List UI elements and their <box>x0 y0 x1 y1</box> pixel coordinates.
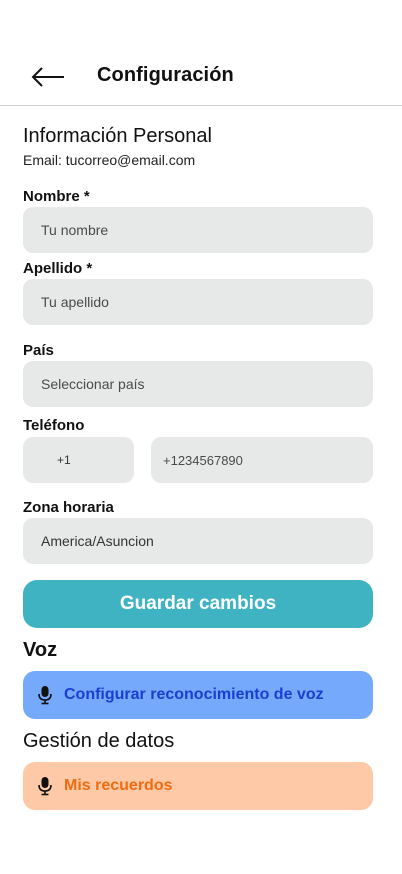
pais-select[interactable] <box>23 361 373 407</box>
voice-recognition-label: Configurar reconocimiento de voz <box>64 686 324 703</box>
timezone-input[interactable] <box>23 518 373 564</box>
phone-number-input[interactable] <box>151 437 373 483</box>
label-apellido: Apellido * <box>23 260 93 277</box>
email-text: Email: tucorreo@email.com <box>23 152 196 168</box>
arrow-left-icon <box>31 67 64 87</box>
memories-button[interactable]: Mis recuerdos <box>23 762 373 810</box>
page-title: Configuración <box>97 64 234 86</box>
voice-recognition-button[interactable]: Configurar reconocimiento de voz <box>23 671 373 719</box>
microphone-icon <box>38 686 52 705</box>
top-bar: Configuración <box>0 0 402 106</box>
microphone-icon <box>38 777 52 796</box>
back-button[interactable] <box>30 64 66 90</box>
apellido-input[interactable] <box>23 279 373 325</box>
nombre-input[interactable] <box>23 207 373 253</box>
label-pais: País <box>23 342 54 359</box>
label-zona-horaria: Zona horaria <box>23 499 114 516</box>
label-telefono: Teléfono <box>23 417 85 434</box>
save-button[interactable]: Guardar cambios <box>23 580 373 628</box>
label-nombre: Nombre * <box>23 188 90 205</box>
memories-label: Mis recuerdos <box>64 777 173 794</box>
section-title-personal-info: Información Personal <box>23 125 212 147</box>
section-title-voice: Voz <box>23 639 58 661</box>
section-title-data-management: Gestión de datos <box>23 730 175 752</box>
phone-code-input[interactable] <box>23 437 134 483</box>
